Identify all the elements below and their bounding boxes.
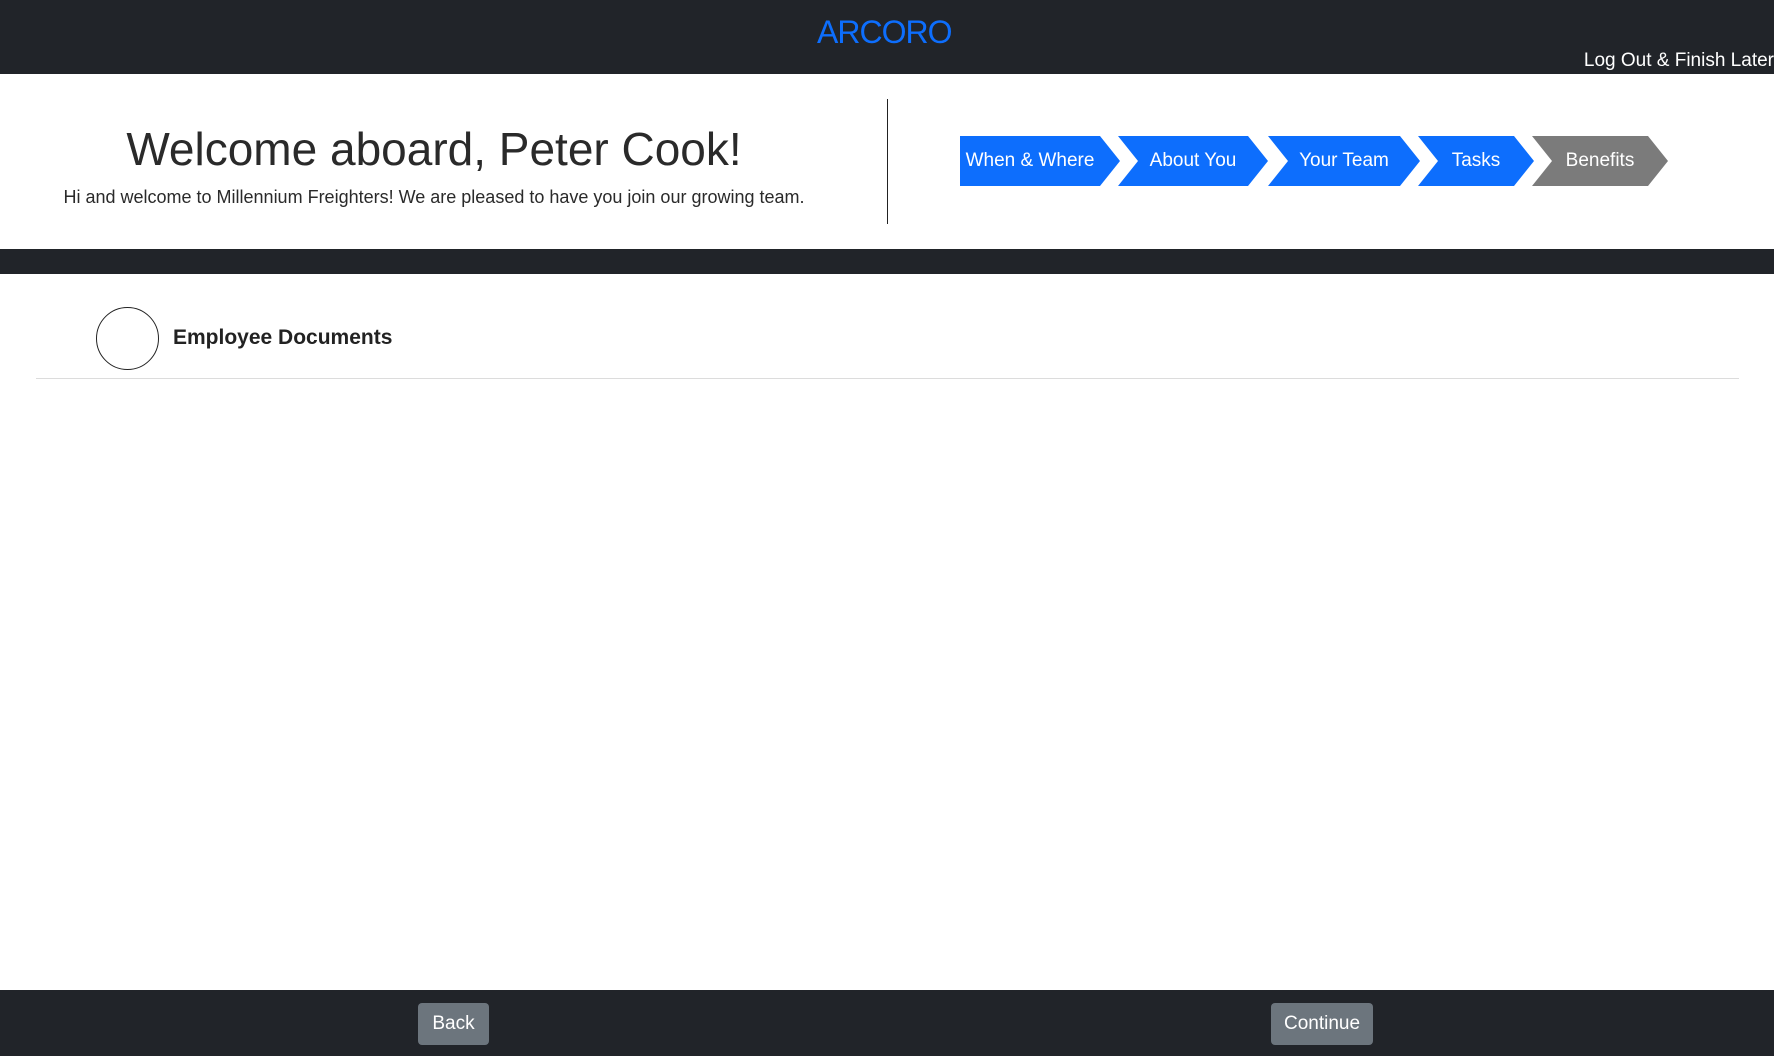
back-button[interactable]: Back [418, 1003, 489, 1045]
welcome-title: Welcome aboard, Peter Cook! [126, 123, 742, 175]
top-navbar: ARCORO Log Out & Finish Later [0, 0, 1774, 74]
welcome-panel: Welcome aboard, Peter Cook! Hi and welco… [0, 74, 887, 249]
status-circle-icon [96, 307, 159, 370]
step-label: When & Where [965, 150, 1095, 171]
employee-documents-section: Employee Documents [36, 274, 1739, 379]
section-title: Employee Documents [173, 326, 393, 349]
step-when-where[interactable]: When & Where [960, 136, 1120, 186]
step-about-you[interactable]: About You [1118, 136, 1268, 186]
step-label: Your Team [1299, 150, 1389, 171]
step-label: Benefits [1565, 150, 1635, 171]
logout-finish-later-link[interactable]: Log Out & Finish Later [1584, 50, 1774, 72]
header-separator-band [0, 249, 1774, 274]
vertical-divider [887, 99, 888, 224]
arcoro-logo: ARCORO [817, 14, 952, 50]
step-label: About You [1149, 150, 1237, 171]
step-your-team[interactable]: Your Team [1268, 136, 1420, 186]
continue-button[interactable]: Continue [1271, 1003, 1373, 1045]
footer-bar: Back Continue [0, 990, 1774, 1056]
step-label: Tasks [1451, 150, 1501, 171]
welcome-subtitle: Hi and welcome to Millennium Freighters!… [63, 187, 805, 207]
step-tasks[interactable]: Tasks [1418, 136, 1534, 186]
step-benefits[interactable]: Benefits [1532, 136, 1668, 186]
